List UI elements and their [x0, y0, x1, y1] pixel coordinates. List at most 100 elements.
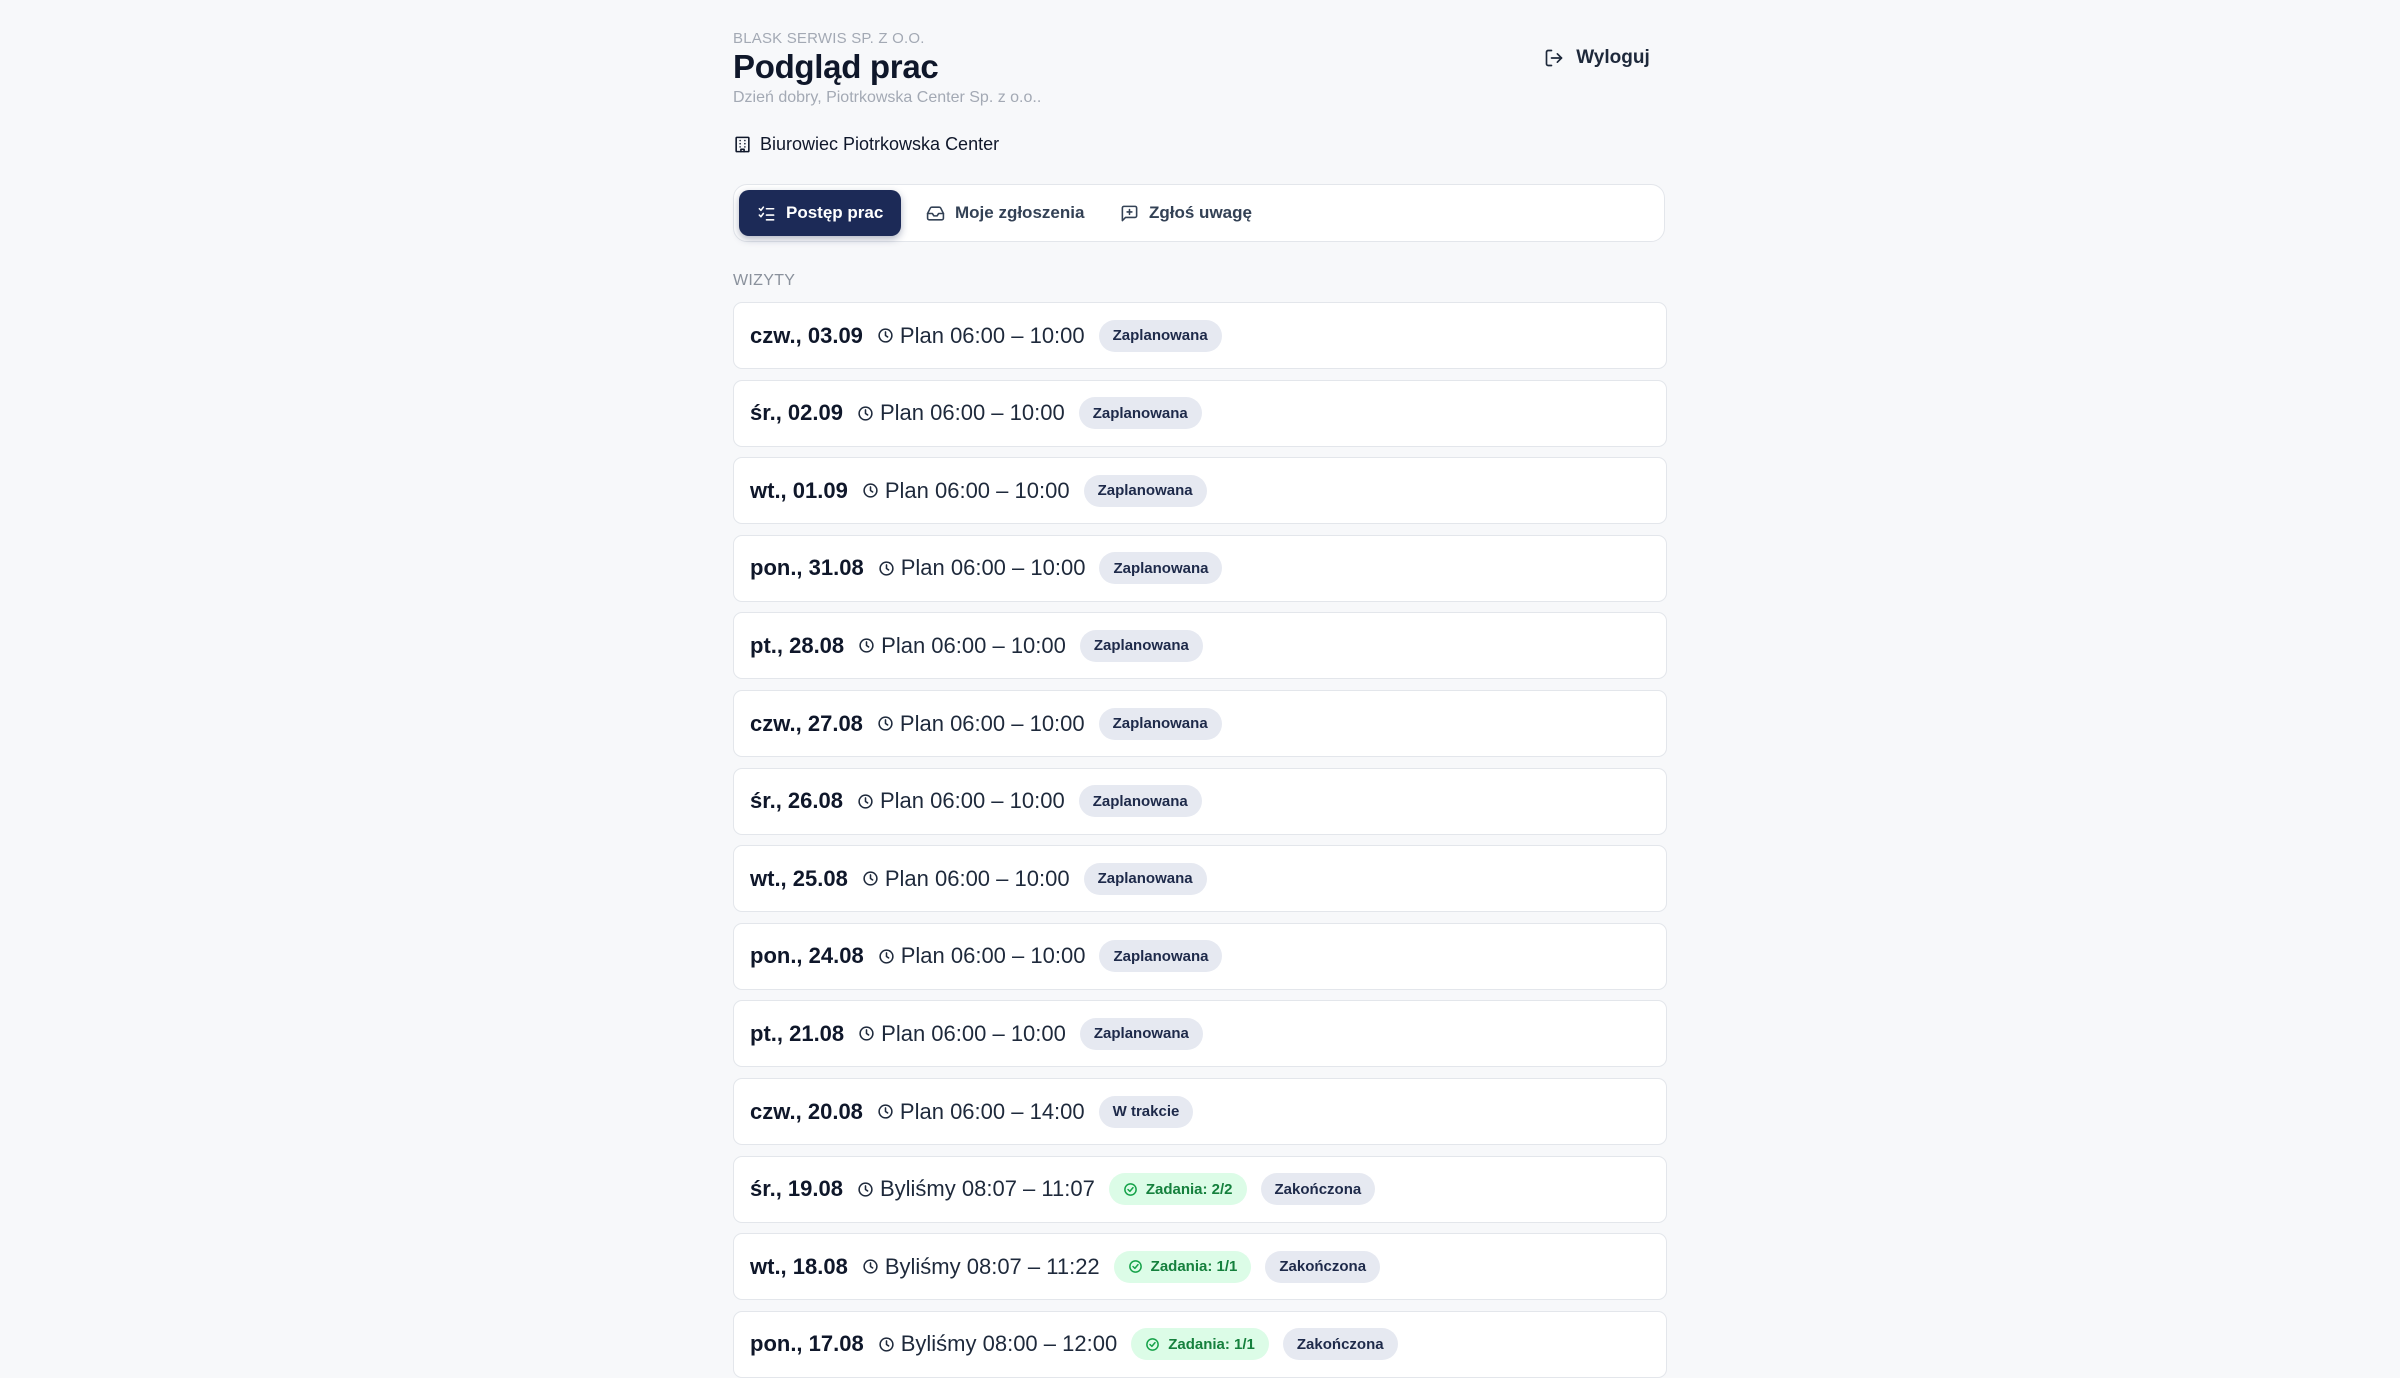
status-badge: Zaplanowana [1079, 1017, 1203, 1050]
tasks-badge: Zadania: 2/2 [1108, 1173, 1247, 1206]
visit-time-text: Plan 06:00 – 10:00 [879, 788, 1065, 814]
logout-icon [1545, 49, 1563, 67]
status-badge: Zaplanowana [1078, 397, 1202, 430]
logout-button[interactable]: Wyloguj [1527, 42, 1667, 74]
clock-icon [857, 405, 874, 422]
company-name: BLASK SERWIS SP. Z O.O. [733, 30, 925, 47]
tasks-badge-label: Zadania: 1/1 [1168, 1335, 1255, 1353]
visit-time-text: Byliśmy 08:00 – 12:00 [900, 1331, 1118, 1357]
visit-date: pt., 28.08 [750, 632, 845, 658]
visit-time-text: Plan 06:00 – 10:00 [899, 322, 1085, 348]
status-badge: Zaplanowana [1079, 629, 1203, 662]
page-title: Podgląd prac [733, 48, 939, 85]
tab-report-issue[interactable]: Zgłoś uwagę [1102, 190, 1270, 236]
location-label: Biurowiec Piotrkowska Center [760, 134, 1000, 154]
visit-time: Plan 06:00 – 10:00 [862, 866, 1070, 892]
visit-row[interactable]: wt., 01.09 Plan 06:00 – 10:00 Zaplanowana [733, 457, 1667, 525]
visit-date: czw., 20.08 [750, 1098, 863, 1124]
visit-time-text: Plan 06:00 – 10:00 [899, 710, 1085, 736]
clock-icon [862, 482, 879, 499]
visit-time-text: Byliśmy 08:07 – 11:07 [879, 1176, 1095, 1202]
visit-time-text: Plan 06:00 – 10:00 [900, 943, 1086, 969]
tasks-badge-label: Zadania: 1/1 [1150, 1258, 1238, 1276]
visit-time-text: Plan 06:00 – 10:00 [900, 555, 1086, 581]
visit-time: Plan 06:00 – 10:00 [877, 711, 1085, 737]
visit-time: Plan 06:00 – 10:00 [857, 400, 1065, 426]
visit-time-text: Plan 06:00 – 10:00 [884, 865, 1070, 891]
section-label: WIZYTY [733, 272, 796, 289]
visit-date: pt., 21.08 [750, 1020, 845, 1046]
tasks-badge: Zadania: 1/1 [1113, 1250, 1252, 1283]
visit-row[interactable]: wt., 25.08 Plan 06:00 – 10:00 Zaplanowana [733, 845, 1667, 913]
visit-time-text: Plan 06:00 – 14:00 [899, 1098, 1085, 1124]
inbox-icon [926, 205, 945, 221]
visit-row[interactable]: wt., 18.08 Byliśmy 08:07 – 11:22 Zadania: … [733, 1233, 1667, 1301]
visit-row[interactable]: pt., 21.08 Plan 06:00 – 10:00 Zaplanowana [733, 1000, 1667, 1068]
check-circle-icon [1128, 1259, 1143, 1274]
visit-time: Byliśmy 08:00 – 12:00 [878, 1331, 1117, 1357]
visit-date: czw., 03.09 [750, 322, 863, 348]
tasks-badge-label: Zadania: 2/2 [1145, 1180, 1233, 1198]
visit-time-text: Plan 06:00 – 10:00 [881, 632, 1066, 658]
clock-icon [858, 1025, 875, 1042]
status-badge: Zaplanowana [1098, 707, 1222, 740]
tab-my-reports[interactable]: Moje zgłoszenia [908, 190, 1102, 236]
visit-row[interactable]: czw., 27.08 Plan 06:00 – 10:00 Zaplanowana [733, 690, 1667, 757]
status-badge: Zaplanowana [1099, 552, 1223, 585]
tab-progress-label: Postęp prac [786, 203, 884, 222]
visit-row[interactable]: śr., 02.09 Plan 06:00 – 10:00 Zaplanowana [733, 379, 1667, 447]
visit-date: śr., 19.08 [750, 1176, 843, 1202]
status-badge: Zakończona [1260, 1173, 1376, 1206]
tab-bar: Postęp prac Moje zgłoszenia Zgłoś uwagę [733, 184, 1665, 242]
visit-time-text: Byliśmy 08:07 – 11:22 [884, 1253, 1100, 1279]
visit-row[interactable]: śr., 19.08 Byliśmy 08:07 – 11:07 Zadania: … [733, 1155, 1667, 1223]
visit-date: śr., 26.08 [750, 788, 843, 814]
clock-icon [877, 1103, 894, 1120]
visit-row[interactable]: pon., 17.08 Byliśmy 08:00 – 12:00 Zadania:… [733, 1310, 1667, 1378]
visit-row[interactable]: czw., 03.09 Plan 06:00 – 10:00 Zaplanowana [733, 302, 1667, 369]
visit-date: pon., 17.08 [750, 1331, 864, 1357]
status-badge: Zaplanowana [1083, 474, 1207, 507]
visit-time: Plan 06:00 – 10:00 [857, 788, 1065, 814]
clock-icon [877, 327, 894, 344]
visit-time: Plan 06:00 – 10:00 [858, 633, 1066, 659]
visit-date: pon., 31.08 [750, 555, 864, 581]
clock-icon [857, 1181, 874, 1198]
visit-time: Byliśmy 08:07 – 11:07 [857, 1176, 1095, 1202]
tab-report-issue-label: Zgłoś uwagę [1149, 203, 1252, 222]
tab-my-reports-label: Moje zgłoszenia [955, 203, 1085, 222]
visit-row[interactable]: pt., 28.08 Plan 06:00 – 10:00 Zaplanowana [733, 612, 1667, 680]
visit-time: Byliśmy 08:07 – 11:22 [862, 1254, 1100, 1280]
logout-label: Wyloguj [1576, 47, 1650, 68]
visit-time: Plan 06:00 – 10:00 [858, 1021, 1066, 1047]
greeting-text: Dzień dobry, Piotrkowska Center Sp. z o.… [733, 89, 1042, 106]
visit-date: śr., 02.09 [750, 400, 843, 426]
tab-progress[interactable]: Postęp prac [739, 190, 902, 236]
visit-row[interactable]: czw., 20.08 Plan 06:00 – 14:00 W trakcie [733, 1078, 1667, 1145]
check-circle-icon [1123, 1182, 1138, 1197]
status-badge: Zaplanowana [1099, 940, 1223, 973]
visit-time-text: Plan 06:00 – 10:00 [881, 1020, 1066, 1046]
visit-time: Plan 06:00 – 10:00 [878, 943, 1086, 969]
visit-row[interactable]: pon., 31.08 Plan 06:00 – 10:00 Zaplanowana [733, 534, 1667, 602]
clock-icon [878, 560, 895, 577]
building-icon [735, 136, 750, 153]
visit-row[interactable]: pon., 24.08 Plan 06:00 – 10:00 Zaplanowana [733, 922, 1667, 990]
clock-icon [857, 793, 874, 810]
status-badge: Zakończona [1282, 1328, 1398, 1361]
visit-time: Plan 06:00 – 10:00 [877, 323, 1085, 349]
status-badge: Zaplanowana [1083, 862, 1207, 895]
clock-icon [878, 1336, 895, 1353]
visit-row[interactable]: śr., 26.08 Plan 06:00 – 10:00 Zaplanowana [733, 767, 1667, 835]
tasks-badge: Zadania: 1/1 [1131, 1328, 1269, 1361]
clock-icon [862, 870, 879, 887]
visit-date: pon., 24.08 [750, 943, 864, 969]
clock-icon [877, 715, 894, 732]
status-badge: Zaplanowana [1078, 785, 1202, 818]
visit-date: wt., 01.09 [750, 477, 848, 503]
status-badge: W trakcie [1098, 1095, 1194, 1128]
visit-date: czw., 27.08 [750, 710, 863, 736]
visit-date: wt., 18.08 [750, 1253, 848, 1279]
visit-time: Plan 06:00 – 10:00 [878, 555, 1086, 581]
location: Biurowiec Piotrkowska Center [733, 134, 999, 155]
